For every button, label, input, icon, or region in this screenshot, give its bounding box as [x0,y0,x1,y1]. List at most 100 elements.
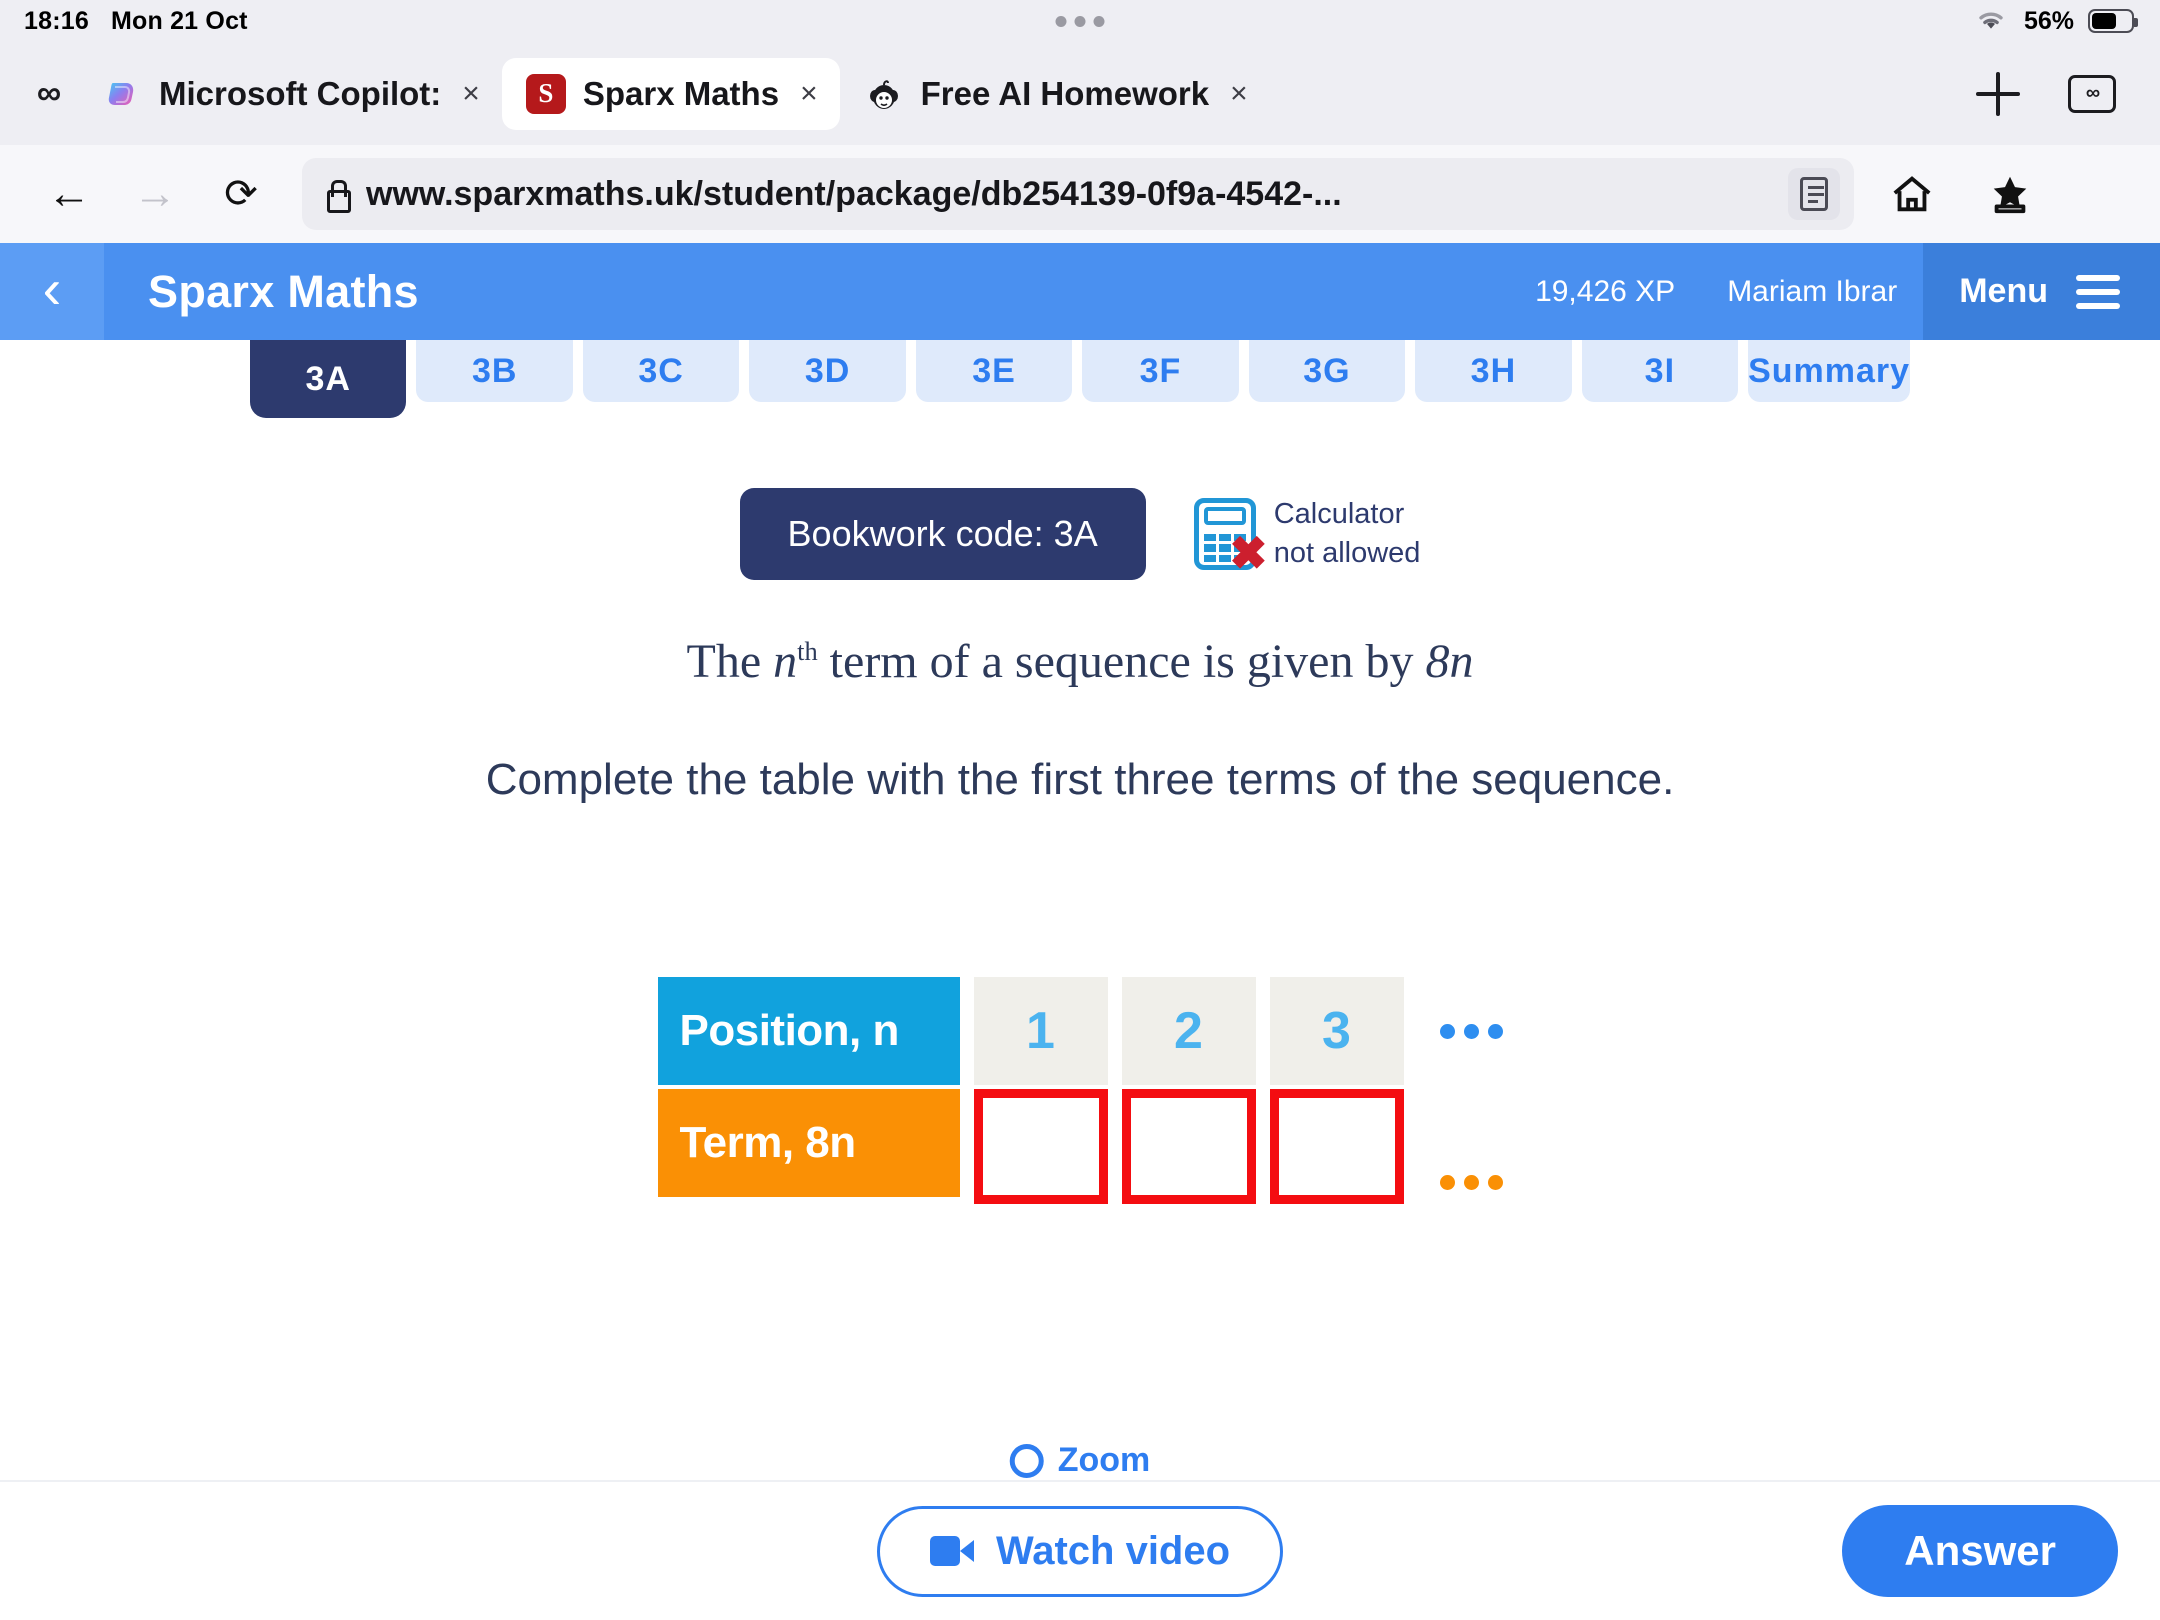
tab-3a[interactable]: 3A [250,340,407,418]
reload-icon: ⟳ [224,172,258,216]
term-input-1[interactable] [973,1089,1108,1204]
app-back-button[interactable]: ‹ [0,243,104,340]
tab-label: 3I [1644,351,1676,390]
term-row-ellipsis [1418,1175,1503,1204]
tab-3e[interactable]: 3E [915,340,1073,402]
back-button[interactable]: ← [26,159,112,229]
monkey-icon [864,74,904,114]
bottom-action-bar: Watch video Answer [0,1480,2160,1620]
user-name[interactable]: Mariam Ibrar [1701,243,1923,340]
table-row-term: Term, 8n [657,1089,1503,1204]
tab-3i[interactable]: 3I [1581,340,1739,402]
term-input-3[interactable] [1269,1089,1404,1204]
reader-view-icon[interactable] [1788,168,1840,220]
browser-tab-strip: ∞ Microsoft Copilot: × S Sparx Maths × F… [0,42,2160,145]
ios-status-bar: 18:16 Mon 21 Oct 56% [0,0,2160,42]
sparx-icon: S [525,73,566,114]
app-header: ‹ Sparx Maths 19,426 XP Mariam Ibrar Men… [0,243,2160,340]
app-title: Sparx Maths [148,265,419,317]
forward-arrow-icon: → [133,169,177,218]
close-icon[interactable]: × [796,78,818,109]
bookmarks-icon[interactable] [1984,168,2036,220]
app-menu-label: Menu [1959,272,2048,310]
browser-tab-title: Free AI Homework [920,74,1210,112]
table-row-position: Position, n 1 2 3 [657,977,1503,1085]
lock-icon [324,179,351,213]
new-tab-icon[interactable] [1976,71,2020,116]
status-time: 18:16 [24,6,89,35]
tab-3b[interactable]: 3B [416,340,573,402]
tab-label: Summary [1748,351,1911,390]
close-icon[interactable]: × [1226,78,1248,109]
home-icon[interactable] [1886,168,1938,220]
task-tabs: 3A 3B 3C 3D 3E 3F 3G 3H 3I Summary [0,340,2160,418]
tab-label: 3F [1139,351,1182,390]
status-date: Mon 21 Oct [110,6,248,35]
battery-icon [2088,9,2138,33]
calculator-line-2: not allowed [1273,537,1421,569]
chevron-left-icon: ‹ [42,256,62,320]
dynamic-island [1055,15,1105,27]
sequence-table: Position, n 1 2 3 Term, 8n [657,977,1503,1204]
bookwork-code-badge: Bookwork code: 3A [739,488,1146,580]
tab-3c[interactable]: 3C [582,340,740,402]
browser-tab-title: Microsoft Copilot: [159,74,442,112]
tab-label: 3D [804,351,851,390]
browser-tab-sparx[interactable]: S Sparx Maths × [501,57,840,130]
prompt-expression: 8n [1425,635,1474,688]
browser-tab-copilot[interactable]: Microsoft Copilot: × [78,58,502,130]
tab-3f[interactable]: 3F [1082,340,1239,402]
tab-summary[interactable]: Summary [1748,340,1911,402]
page-content: 3A 3B 3C 3D 3E 3F 3G 3H 3I Summary Bookw… [0,340,2160,1480]
watch-video-button[interactable]: Watch video [876,1505,1284,1597]
browser-tab-homework[interactable]: Free AI Homework × [840,58,1270,130]
close-icon[interactable]: × [458,78,480,109]
tab-label: 3B [471,351,518,390]
tab-3d[interactable]: 3D [749,340,906,402]
battery-percent: 56% [2023,6,2074,35]
screen: 18:16 Mon 21 Oct 56% ∞ Microsoft Copilot… [0,0,2160,1620]
position-cell-3: 3 [1269,977,1404,1085]
prompt-middle: term of a sequence is given by [817,635,1426,688]
prompt-ordinal-suffix: th [797,636,818,666]
term-input-2[interactable] [1121,1089,1256,1204]
position-row-label: Position, n [657,977,960,1085]
wifi-icon [1972,5,2010,38]
answer-button[interactable]: Answer [1842,1505,2118,1597]
zoom-control[interactable]: Zoom [1009,1441,1151,1480]
term-row-label: Term, 8n [657,1089,960,1197]
hamburger-icon [2076,267,2120,317]
tab-3g[interactable]: 3G [1248,340,1406,402]
prompt-prefix: The [686,635,774,688]
answer-label: Answer [1904,1527,2056,1574]
question-prompt: The nth term of a sequence is given by 8… [0,634,2160,689]
zoom-label: Zoom [1057,1441,1151,1479]
forward-button[interactable]: → [112,159,198,229]
calculator-notice-text: Calculator not allowed [1274,495,1421,573]
xp-counter: 19,426 XP [1535,274,1676,308]
tab-label: 3C [638,351,684,390]
tab-label: 3A [305,359,351,398]
browser-tab-title: Sparx Maths [582,74,780,112]
video-camera-icon [929,1536,974,1566]
tab-label: 3G [1303,351,1351,390]
position-cell-2: 2 [1121,977,1256,1085]
magnifier-icon [1009,1443,1044,1478]
position-cell-1: 1 [973,977,1108,1085]
browser-toolbar: ← → ⟳ www.sparxmaths.uk/student/package/… [0,145,2160,243]
reload-button[interactable]: ⟳ [198,159,284,229]
tab-label: 3E [972,351,1016,390]
sequence-table-area: Position, n 1 2 3 Term, 8n [0,977,2160,1204]
app-menu-button[interactable]: Menu [1923,243,2160,340]
menu-icon[interactable] [2082,168,2126,220]
address-bar[interactable]: www.sparxmaths.uk/student/package/db2541… [302,158,1854,230]
prompt-variable: n [773,635,798,688]
extension-icon[interactable]: ∞ [18,74,78,113]
position-row-ellipsis [1418,1023,1503,1039]
tab-overview-icon[interactable]: ∞ [2068,74,2116,113]
tab-label: 3H [1470,351,1517,390]
calculator-not-allowed-icon: ✖ [1193,498,1268,576]
url-text: www.sparxmaths.uk/student/package/db2541… [366,174,1342,213]
tab-3h[interactable]: 3H [1415,340,1572,402]
question-meta-row: Bookwork code: 3A ✖ Calculator not allow… [0,488,2160,580]
